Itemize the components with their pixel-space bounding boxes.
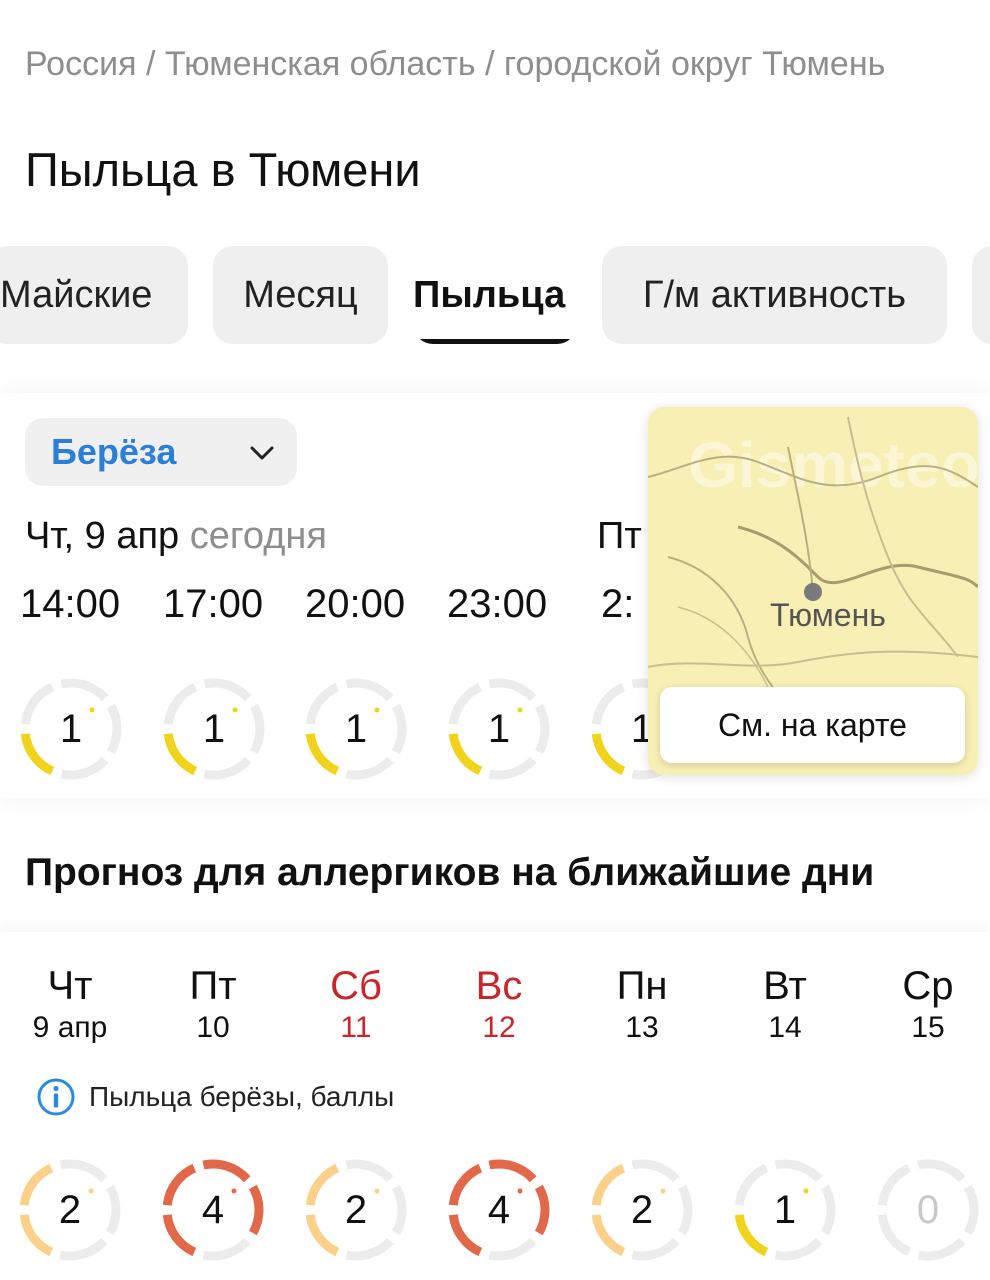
pollen-gauge: 2 bbox=[588, 1156, 696, 1264]
breadcrumb[interactable]: Россия / Тюменская область / городской о… bbox=[25, 42, 925, 86]
forecast-day-date: 15 bbox=[911, 1011, 945, 1044]
map-watermark: Gismeteo bbox=[688, 429, 978, 501]
active-tab-underline bbox=[413, 339, 577, 344]
pollen-gauge: 1 bbox=[302, 675, 410, 783]
tab-next-partial[interactable] bbox=[972, 246, 990, 344]
forecast-day-date: 12 bbox=[482, 1011, 516, 1044]
tab-month[interactable]: Месяц bbox=[213, 246, 388, 344]
pollen-gauge: 4 bbox=[159, 1156, 267, 1264]
gauge-value: 4 bbox=[201, 1188, 225, 1232]
pollen-gauge: 1 bbox=[731, 1156, 839, 1264]
forecast-day-column: Пт 10 bbox=[153, 962, 273, 1046]
gauge-value: 1 bbox=[344, 707, 368, 751]
day-header-date: Чт, 9 апр bbox=[25, 515, 180, 557]
gauge-value: 1 bbox=[487, 707, 511, 751]
info-icon[interactable] bbox=[36, 1077, 76, 1117]
forecast-day-column: Вс 12 bbox=[439, 962, 559, 1046]
pollen-type-value: Берёза bbox=[51, 431, 177, 472]
forecast-day-column: Вт 14 bbox=[725, 962, 845, 1046]
forecast-day-column: Чт 9 апр bbox=[10, 962, 130, 1046]
forecast-day-date: 9 апр bbox=[32, 1011, 108, 1044]
tab-pollen[interactable]: Пыльца bbox=[413, 246, 577, 344]
tab-label: Месяц bbox=[243, 274, 358, 316]
gauge-value: 1 bbox=[202, 707, 226, 751]
gauge-value: 2 bbox=[344, 1188, 368, 1232]
day-header-today-label: сегодня bbox=[189, 515, 327, 557]
pollen-gauge: 1 bbox=[17, 675, 125, 783]
day-header-next: Пт bbox=[597, 515, 642, 557]
gauge-value: 2 bbox=[630, 1188, 654, 1232]
forecast-day-column: Ср 15 bbox=[868, 962, 988, 1046]
chevron-down-icon bbox=[250, 446, 274, 460]
hour-label: 20:00 bbox=[305, 582, 406, 626]
gauge-value: 1 bbox=[59, 707, 83, 751]
pollen-gauge: 2 bbox=[302, 1156, 410, 1264]
tab-label: Майские bbox=[0, 274, 153, 316]
forecast-day-column: Сб 11 bbox=[296, 962, 416, 1046]
forecast-day-name: Вт bbox=[763, 964, 807, 1008]
forecast-day-name: Чт bbox=[47, 964, 93, 1008]
gauge-value: 4 bbox=[487, 1188, 511, 1232]
see-on-map-button[interactable]: См. на карте bbox=[660, 687, 965, 763]
tab-label: Г/м активность bbox=[642, 274, 907, 316]
forecast-day-name: Пт bbox=[189, 964, 237, 1008]
gauge-value: 0 bbox=[916, 1188, 940, 1232]
tab-label: Пыльца bbox=[413, 274, 566, 316]
forecast-day-name: Сб bbox=[330, 964, 382, 1008]
forecast-day-date: 13 bbox=[625, 1011, 659, 1044]
forecast-day-name: Ср bbox=[902, 964, 954, 1008]
tab-geomagnetic[interactable]: Г/м активность bbox=[602, 246, 947, 344]
hour-label: 17:00 bbox=[163, 582, 264, 626]
forecast-title: Прогноз для аллергиков на ближайшие дни bbox=[25, 851, 875, 894]
day-header-today: Чт, 9 апр сегодня bbox=[25, 511, 327, 561]
gauge-value: 2 bbox=[58, 1188, 82, 1232]
gauge-value: 1 bbox=[773, 1188, 797, 1232]
pollen-gauge: 0 bbox=[874, 1156, 982, 1264]
forecast-day-name: Пн bbox=[616, 964, 668, 1008]
pollen-map[interactable]: Gismeteo Тюмень См. на карте bbox=[648, 407, 978, 775]
tab-bar: Майские Месяц Пыльца Г/м активность bbox=[0, 246, 990, 344]
forecast-day-date: 14 bbox=[768, 1011, 802, 1044]
forecast-day-date: 11 bbox=[340, 1011, 372, 1044]
pollen-gauge: 2 bbox=[16, 1156, 124, 1264]
hour-label: 2: bbox=[601, 582, 635, 626]
pollen-legend-text: Пыльца берёзы, баллы bbox=[89, 1081, 395, 1112]
forecast-day-column: Пн 13 bbox=[582, 962, 702, 1046]
hour-label: 14:00 bbox=[20, 582, 121, 626]
forecast-card: Чт 9 апр Пт 10 Сб 11 Вс 12 Пн 13 Вт 14 С… bbox=[0, 932, 990, 1280]
map-city-label: Тюмень bbox=[770, 597, 886, 633]
pollen-gauge: 1 bbox=[160, 675, 268, 783]
hourly-pollen-card: Берёза Чт, 9 апр сегодня Пт 14:00 17:00 … bbox=[0, 393, 990, 798]
tab-mayskie[interactable]: Майские bbox=[0, 246, 188, 344]
pollen-type-select[interactable]: Берёза bbox=[25, 418, 297, 486]
forecast-day-date: 10 bbox=[196, 1011, 230, 1044]
forecast-day-name: Вс bbox=[475, 964, 523, 1008]
hour-label: 23:00 bbox=[447, 582, 548, 626]
pollen-gauge: 4 bbox=[445, 1156, 553, 1264]
page-title: Пыльца в Тюмени bbox=[25, 143, 421, 196]
pollen-gauge: 1 bbox=[445, 675, 553, 783]
